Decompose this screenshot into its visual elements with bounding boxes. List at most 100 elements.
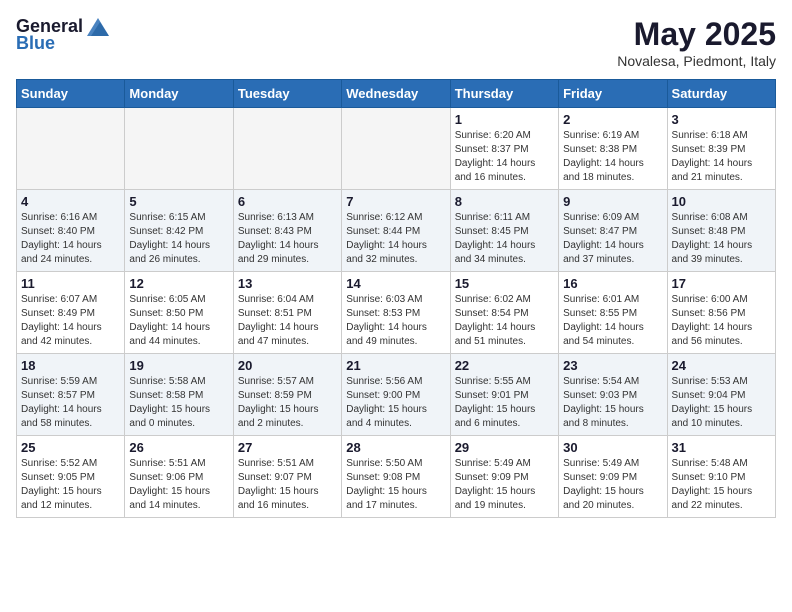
calendar-cell: 17 Sunrise: 6:00 AM Sunset: 8:56 PM Dayli…	[667, 272, 775, 354]
calendar-cell: 11 Sunrise: 6:07 AM Sunset: 8:49 PM Dayli…	[17, 272, 125, 354]
day-info: Sunrise: 5:57 AM Sunset: 8:59 PM Dayligh…	[238, 375, 337, 431]
day-number: 11	[21, 276, 120, 291]
day-number: 23	[563, 358, 662, 373]
day-number: 27	[238, 440, 337, 455]
day-info: Sunrise: 6:05 AM Sunset: 8:50 PM Dayligh…	[129, 293, 228, 349]
day-number: 24	[672, 358, 771, 373]
day-info: Sunrise: 6:08 AM Sunset: 8:48 PM Dayligh…	[672, 211, 771, 267]
column-header-wednesday: Wednesday	[342, 80, 450, 108]
day-number: 29	[455, 440, 554, 455]
day-info: Sunrise: 6:20 AM Sunset: 8:37 PM Dayligh…	[455, 129, 554, 185]
day-number: 28	[346, 440, 445, 455]
column-header-sunday: Sunday	[17, 80, 125, 108]
day-number: 6	[238, 194, 337, 209]
calendar-cell	[342, 108, 450, 190]
calendar-cell: 7Sunrise: 6:12 AM Sunset: 8:44 PM Daylig…	[342, 190, 450, 272]
day-info: Sunrise: 6:19 AM Sunset: 8:38 PM Dayligh…	[563, 129, 662, 185]
day-info: Sunrise: 5:50 AM Sunset: 9:08 PM Dayligh…	[346, 457, 445, 513]
calendar-cell: 1 Sunrise: 6:20 AM Sunset: 8:37 PM Daylig…	[450, 108, 558, 190]
calendar-week-row: 25 Sunrise: 5:52 AM Sunset: 9:05 PM Dayli…	[17, 436, 776, 518]
calendar-header-row: SundayMondayTuesdayWednesdayThursdayFrid…	[17, 80, 776, 108]
calendar-cell: 4Sunrise: 6:16 AM Sunset: 8:40 PM Daylig…	[17, 190, 125, 272]
day-number: 19	[129, 358, 228, 373]
day-info: Sunrise: 5:52 AM Sunset: 9:05 PM Dayligh…	[21, 457, 120, 513]
day-number: 5	[129, 194, 228, 209]
day-number: 26	[129, 440, 228, 455]
day-info: Sunrise: 5:49 AM Sunset: 9:09 PM Dayligh…	[563, 457, 662, 513]
day-info: Sunrise: 6:16 AM Sunset: 8:40 PM Dayligh…	[21, 211, 120, 267]
day-info: Sunrise: 6:13 AM Sunset: 8:43 PM Dayligh…	[238, 211, 337, 267]
day-number: 22	[455, 358, 554, 373]
calendar-cell: 19 Sunrise: 5:58 AM Sunset: 8:58 PM Dayli…	[125, 354, 233, 436]
day-number: 21	[346, 358, 445, 373]
title-block: May 2025 Novalesa, Piedmont, Italy	[617, 16, 776, 69]
day-info: Sunrise: 5:58 AM Sunset: 8:58 PM Dayligh…	[129, 375, 228, 431]
day-info: Sunrise: 6:00 AM Sunset: 8:56 PM Dayligh…	[672, 293, 771, 349]
day-number: 20	[238, 358, 337, 373]
day-number: 12	[129, 276, 228, 291]
calendar-cell: 16 Sunrise: 6:01 AM Sunset: 8:55 PM Dayli…	[559, 272, 667, 354]
day-info: Sunrise: 6:11 AM Sunset: 8:45 PM Dayligh…	[455, 211, 554, 267]
calendar-cell: 18Sunrise: 5:59 AM Sunset: 8:57 PM Dayli…	[17, 354, 125, 436]
calendar-cell: 5 Sunrise: 6:15 AM Sunset: 8:42 PM Daylig…	[125, 190, 233, 272]
calendar-week-row: 18Sunrise: 5:59 AM Sunset: 8:57 PM Dayli…	[17, 354, 776, 436]
day-info: Sunrise: 5:55 AM Sunset: 9:01 PM Dayligh…	[455, 375, 554, 431]
day-number: 14	[346, 276, 445, 291]
calendar-cell	[233, 108, 341, 190]
day-number: 13	[238, 276, 337, 291]
calendar-cell: 9 Sunrise: 6:09 AM Sunset: 8:47 PM Daylig…	[559, 190, 667, 272]
calendar-cell: 30 Sunrise: 5:49 AM Sunset: 9:09 PM Dayli…	[559, 436, 667, 518]
calendar-table: SundayMondayTuesdayWednesdayThursdayFrid…	[16, 79, 776, 518]
day-number: 30	[563, 440, 662, 455]
day-number: 31	[672, 440, 771, 455]
calendar-cell: 31Sunrise: 5:48 AM Sunset: 9:10 PM Dayli…	[667, 436, 775, 518]
day-info: Sunrise: 5:53 AM Sunset: 9:04 PM Dayligh…	[672, 375, 771, 431]
day-number: 1	[455, 112, 554, 127]
day-info: Sunrise: 6:04 AM Sunset: 8:51 PM Dayligh…	[238, 293, 337, 349]
day-info: Sunrise: 5:56 AM Sunset: 9:00 PM Dayligh…	[346, 375, 445, 431]
calendar-cell: 27 Sunrise: 5:51 AM Sunset: 9:07 PM Dayli…	[233, 436, 341, 518]
day-info: Sunrise: 6:02 AM Sunset: 8:54 PM Dayligh…	[455, 293, 554, 349]
calendar-cell: 14 Sunrise: 6:03 AM Sunset: 8:53 PM Dayli…	[342, 272, 450, 354]
day-number: 8	[455, 194, 554, 209]
calendar-cell: 28 Sunrise: 5:50 AM Sunset: 9:08 PM Dayli…	[342, 436, 450, 518]
day-number: 18	[21, 358, 120, 373]
calendar-cell: 29 Sunrise: 5:49 AM Sunset: 9:09 PM Dayli…	[450, 436, 558, 518]
column-header-friday: Friday	[559, 80, 667, 108]
day-info: Sunrise: 6:07 AM Sunset: 8:49 PM Dayligh…	[21, 293, 120, 349]
month-title: May 2025	[617, 16, 776, 53]
calendar-cell: 10Sunrise: 6:08 AM Sunset: 8:48 PM Dayli…	[667, 190, 775, 272]
day-info: Sunrise: 6:03 AM Sunset: 8:53 PM Dayligh…	[346, 293, 445, 349]
calendar-week-row: 4Sunrise: 6:16 AM Sunset: 8:40 PM Daylig…	[17, 190, 776, 272]
day-info: Sunrise: 5:51 AM Sunset: 9:07 PM Dayligh…	[238, 457, 337, 513]
calendar-cell: 25 Sunrise: 5:52 AM Sunset: 9:05 PM Dayli…	[17, 436, 125, 518]
day-number: 25	[21, 440, 120, 455]
calendar-week-row: 1 Sunrise: 6:20 AM Sunset: 8:37 PM Daylig…	[17, 108, 776, 190]
day-info: Sunrise: 5:49 AM Sunset: 9:09 PM Dayligh…	[455, 457, 554, 513]
calendar-week-row: 11 Sunrise: 6:07 AM Sunset: 8:49 PM Dayli…	[17, 272, 776, 354]
day-number: 9	[563, 194, 662, 209]
logo-blue-text: Blue	[16, 33, 55, 54]
logo: General Blue	[16, 16, 109, 54]
day-number: 7	[346, 194, 445, 209]
column-header-thursday: Thursday	[450, 80, 558, 108]
calendar-cell: 12 Sunrise: 6:05 AM Sunset: 8:50 PM Dayli…	[125, 272, 233, 354]
day-info: Sunrise: 6:18 AM Sunset: 8:39 PM Dayligh…	[672, 129, 771, 185]
calendar-cell: 22 Sunrise: 5:55 AM Sunset: 9:01 PM Dayli…	[450, 354, 558, 436]
calendar-cell: 13 Sunrise: 6:04 AM Sunset: 8:51 PM Dayli…	[233, 272, 341, 354]
page-header: General Blue May 2025 Novalesa, Piedmont…	[16, 16, 776, 69]
calendar-cell	[17, 108, 125, 190]
calendar-cell: 15Sunrise: 6:02 AM Sunset: 8:54 PM Dayli…	[450, 272, 558, 354]
day-number: 17	[672, 276, 771, 291]
column-header-monday: Monday	[125, 80, 233, 108]
day-number: 2	[563, 112, 662, 127]
logo-icon	[87, 18, 109, 36]
day-number: 16	[563, 276, 662, 291]
day-info: Sunrise: 6:15 AM Sunset: 8:42 PM Dayligh…	[129, 211, 228, 267]
day-info: Sunrise: 6:01 AM Sunset: 8:55 PM Dayligh…	[563, 293, 662, 349]
day-info: Sunrise: 5:54 AM Sunset: 9:03 PM Dayligh…	[563, 375, 662, 431]
calendar-cell: 6 Sunrise: 6:13 AM Sunset: 8:43 PM Daylig…	[233, 190, 341, 272]
column-header-saturday: Saturday	[667, 80, 775, 108]
day-info: Sunrise: 6:09 AM Sunset: 8:47 PM Dayligh…	[563, 211, 662, 267]
calendar-cell: 20 Sunrise: 5:57 AM Sunset: 8:59 PM Dayli…	[233, 354, 341, 436]
